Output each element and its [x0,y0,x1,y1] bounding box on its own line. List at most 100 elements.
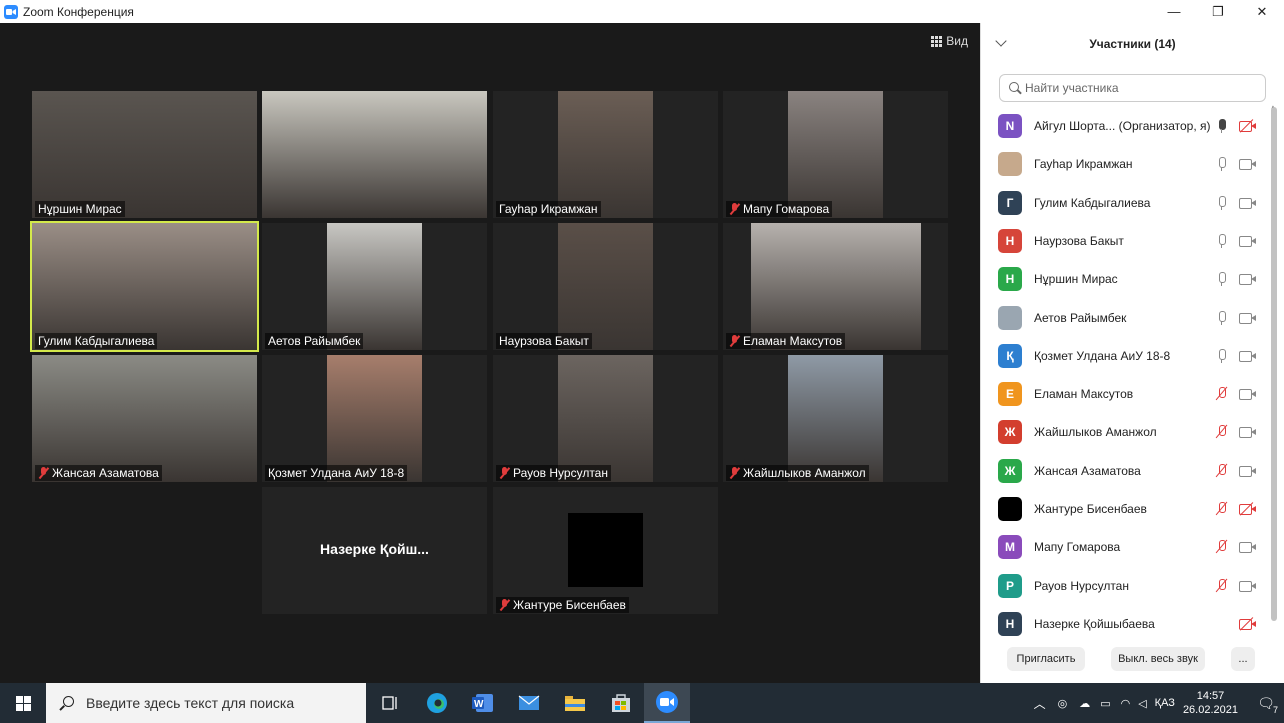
avatar: Н [998,267,1022,292]
video-tile[interactable]: Нұршин Мирас [32,91,257,218]
participant-row[interactable]: Жантуре Бисенбаев [981,490,1271,528]
participant-row[interactable]: Ж Жансая Азаматова [981,452,1271,490]
camera-off-icon[interactable] [1239,119,1257,133]
participant-row[interactable]: Қ Қозмет Улдана АиУ 18-8 [981,337,1271,375]
task-view-button[interactable] [368,683,414,723]
camera-icon[interactable] [1239,350,1257,362]
participant-row[interactable]: Гауһар Икрамжан [981,145,1271,183]
mic-icon[interactable] [1215,156,1229,172]
participant-name-tag: Наурзова Бакыт [496,333,592,349]
participant-search[interactable] [999,74,1266,102]
participant-row[interactable]: N Айгул Шорта... (Организатор, я) [981,107,1271,145]
camera-icon[interactable] [1239,388,1257,401]
mic-icon[interactable] [1215,118,1229,134]
minimize-button[interactable]: — [1152,0,1196,23]
mail-icon [518,695,540,710]
video-tile[interactable]: Гауһар Икрамжан [493,91,718,218]
mute-all-button[interactable]: Выкл. весь звук [1111,647,1205,671]
folder-icon [565,696,585,711]
video-tile[interactable]: Наурзова Бакыт [493,223,718,350]
taskbar-search-input[interactable] [86,695,356,711]
participant-row[interactable]: Н Назерке Қойшыбаева [981,605,1271,637]
camera-icon[interactable] [1239,235,1257,247]
volume-icon[interactable]: ◁ [1138,697,1146,710]
video-tile[interactable]: Қозмет Улдана АиУ 18-8 [262,355,487,482]
mic-muted-icon[interactable] [1215,539,1229,555]
camera-feed [788,91,883,218]
participant-row[interactable]: Ж Жайшлыков Аманжол [981,413,1271,451]
video-tile[interactable]: Аетов Райымбек [262,223,487,350]
camera-icon[interactable] [1239,580,1257,592]
video-tile[interactable]: Мапу Гомарова [723,91,948,218]
mic-muted-icon[interactable] [1215,578,1229,594]
avatar: М [998,535,1022,560]
mic-muted-icon[interactable] [1215,386,1229,402]
chevron-down-icon[interactable] [995,35,1007,47]
chevron-up-icon[interactable]: ︿ [1034,695,1046,712]
avatar [998,152,1022,177]
start-button[interactable] [0,683,46,723]
invite-button[interactable]: Пригласить [1007,647,1085,671]
participant-row[interactable]: Р Рауов Нурсултан [981,567,1271,605]
language-indicator[interactable]: ҚАЗ [1155,697,1175,709]
wifi-icon[interactable]: ◠ [1121,697,1131,710]
webcam-icon[interactable]: ◎ [1058,697,1068,710]
taskbar-explorer[interactable] [552,683,598,723]
video-tile[interactable]: Жансая Азаматова [32,355,257,482]
camera-icon[interactable] [1239,312,1257,324]
video-tile[interactable]: Рауов Нурсултан [493,355,718,482]
camera-icon[interactable] [1239,465,1257,477]
avatar [998,305,1022,330]
video-tile-camera-off[interactable]: Жантуре Бисенбаев [493,487,718,614]
camera-icon[interactable] [1239,273,1257,286]
close-button[interactable]: ✕ [1240,0,1284,23]
participant-name-tag: Жансая Азаматова [35,465,162,481]
participant-row[interactable]: М Мапу Гомарова [981,528,1271,566]
mic-muted-icon[interactable] [1215,501,1229,517]
video-tile[interactable]: Гулим Кабдыгалиева [30,221,259,352]
mic-icon[interactable] [1215,271,1229,287]
mic-icon[interactable] [1215,310,1229,326]
more-button[interactable]: ... [1231,647,1255,671]
video-tile[interactable]: Еламан Максутов [723,223,948,350]
taskbar-store[interactable] [598,683,644,723]
taskbar-word[interactable]: W [460,683,506,723]
taskbar-zoom[interactable] [644,683,690,723]
participant-row[interactable]: Аетов Райымбек [981,299,1271,337]
camera-icon[interactable] [1239,541,1257,554]
camera-icon[interactable] [1239,158,1257,171]
view-button[interactable]: Вид [931,34,968,48]
participant-name: Еламан Максутов [1034,387,1134,402]
participant-row[interactable]: Н Наурзова Бакыт [981,222,1271,260]
maximize-button[interactable]: ❐ [1196,0,1240,23]
word-icon: W [472,694,493,712]
battery-icon[interactable]: ▭ [1100,697,1110,710]
mic-muted-icon[interactable] [1215,463,1229,479]
panel-footer: Пригласить Выкл. весь звук ... [981,647,1284,671]
camera-off-icon[interactable] [1239,502,1257,516]
notification-center-button[interactable]: 🗨 7 [1248,683,1284,723]
video-tile-placeholder[interactable]: Назерке Қойш... [262,487,487,614]
clock[interactable]: 14:57 26.02.2021 [1183,689,1238,717]
taskbar-search[interactable] [46,683,366,723]
mic-icon[interactable] [1215,348,1229,364]
mic-icon[interactable] [1215,233,1229,249]
camera-icon[interactable] [1239,426,1257,439]
video-tile[interactable]: Жайшлыков Аманжол [723,355,948,482]
taskbar-edge[interactable] [414,683,460,723]
mic-muted-icon[interactable] [1215,424,1229,440]
participant-row[interactable]: Е Еламан Максутов [981,375,1271,413]
camera-icon[interactable] [1239,197,1257,209]
participant-search-input[interactable] [1025,81,1255,95]
windows-taskbar: W ︿ ◎ ☁ ▭ ◠ ◁ ҚАЗ 14:57 26.02.2021 [0,683,1284,723]
video-tile[interactable] [262,91,487,218]
mic-icon[interactable] [1215,195,1229,211]
cloud-icon[interactable]: ☁ [1079,697,1090,710]
participant-row[interactable]: Н Нұршин Мирас [981,260,1271,298]
participant-row[interactable]: Г Гулим Кабдыгалиева [981,184,1271,222]
camera-off-icon[interactable] [1239,617,1257,631]
taskbar-mail[interactable] [506,683,552,723]
task-view-icon [382,696,397,710]
camera-feed [751,223,921,350]
participant-list-scrollbar[interactable] [1271,107,1277,621]
